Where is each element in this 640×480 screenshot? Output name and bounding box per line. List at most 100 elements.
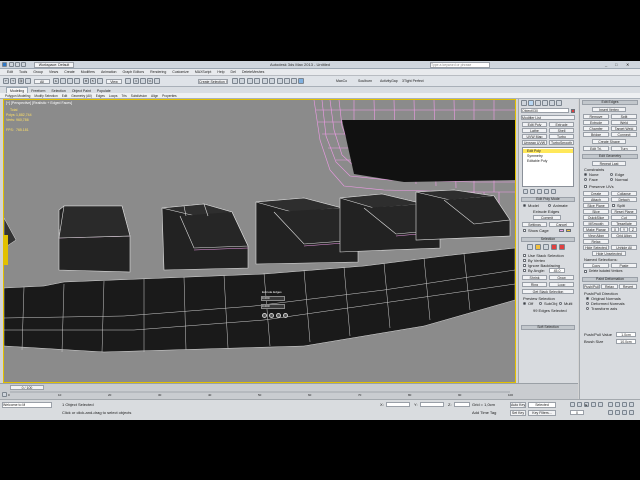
x-coord-field[interactable] <box>386 402 410 407</box>
link-icon[interactable]: ⛓ <box>18 78 24 84</box>
zoom-extents-icon[interactable] <box>622 402 627 407</box>
play-icon[interactable]: ▶ <box>584 402 589 407</box>
new-file-icon[interactable] <box>9 62 14 67</box>
rect-selection-icon[interactable] <box>67 78 73 84</box>
border-mode-icon[interactable] <box>543 244 549 250</box>
repeat-last-button[interactable]: Repeat Last <box>592 161 626 166</box>
workspace-dropdown[interactable]: Workspace: Default <box>34 62 74 68</box>
cancel-button[interactable]: Cancel <box>549 222 574 227</box>
selection-filter-dropdown[interactable]: All <box>34 79 50 84</box>
show-end-result-icon[interactable] <box>530 189 535 194</box>
reference-coord-dropdown[interactable]: View <box>106 79 122 84</box>
revert-button[interactable]: Revert <box>619 284 637 289</box>
insert-vertex-button[interactable]: Insert Vertex <box>592 107 626 112</box>
redo-icon[interactable]: ↷ <box>10 78 16 84</box>
cage-color-swatch-2[interactable] <box>566 229 571 232</box>
key-filters-button[interactable]: Key Filters... <box>528 410 556 416</box>
by-vertex-checkbox[interactable] <box>523 259 526 262</box>
menu-help[interactable]: Help <box>214 69 227 76</box>
caddy-cancel-icon[interactable] <box>276 313 281 318</box>
move-icon[interactable]: ✥ <box>83 78 89 84</box>
make-unique-icon[interactable] <box>537 189 542 194</box>
paint-deformation-header[interactable]: Paint Deformation <box>582 277 638 282</box>
menu-modifiers[interactable]: Modifiers <box>78 69 98 76</box>
angle-snap-icon[interactable] <box>140 78 146 84</box>
hierarchy-tab-icon[interactable] <box>535 100 541 106</box>
shrink-button[interactable]: Shrink <box>522 275 547 280</box>
material-editor-icon[interactable] <box>277 78 283 84</box>
constraint-none-radio[interactable] <box>584 173 587 176</box>
render-icon[interactable] <box>298 78 304 84</box>
toolbar-maxco[interactable]: MaxCo <box>336 79 347 84</box>
planar-z-button[interactable]: Z <box>629 227 637 232</box>
by-angle-spinner[interactable]: 45.0 <box>549 268 565 273</box>
orbit-icon[interactable] <box>622 410 627 415</box>
extrude-caddy[interactable]: Extrude Edges 0.000 0.000 <box>260 290 290 328</box>
preview-multi-radio[interactable] <box>559 302 562 305</box>
menu-views[interactable]: Views <box>46 69 61 76</box>
mod-lathe-button[interactable]: Lathe <box>522 128 547 133</box>
auto-key-button[interactable]: Auto Key <box>510 402 526 408</box>
msmooth-button[interactable]: MSmooth <box>583 221 609 226</box>
edge-mode-icon[interactable] <box>535 244 541 250</box>
push-pull-button[interactable]: Push/Pull <box>583 284 600 289</box>
target-weld-button[interactable]: Target Weld <box>611 126 637 131</box>
perspective-viewport[interactable]: [+] [Perspective] [Realistic + Edged Fac… <box>3 99 516 383</box>
copy-button[interactable]: Copy <box>583 263 609 268</box>
zoom-extents-all-icon[interactable] <box>629 402 634 407</box>
mirror-icon[interactable] <box>232 78 238 84</box>
maximize-button[interactable]: □ <box>615 62 617 67</box>
menu-group[interactable]: Group <box>30 69 46 76</box>
menu-graph-editors[interactable]: Graph Editors <box>120 69 148 76</box>
caddy-apply-icon[interactable] <box>269 313 274 318</box>
object-name-field[interactable]: Object030 <box>521 108 569 113</box>
time-slider[interactable]: 0 / 100 <box>10 385 44 390</box>
caddy-ok-icon[interactable] <box>262 313 267 318</box>
open-file-icon[interactable] <box>15 62 20 67</box>
settings-button[interactable]: Settings <box>522 222 547 227</box>
set-key-button[interactable]: Set Key <box>510 410 526 416</box>
split-checkbox[interactable] <box>612 204 615 207</box>
preserve-uvs-checkbox[interactable] <box>584 185 587 188</box>
relax-paint-button[interactable]: Relax <box>601 284 618 289</box>
selection-header[interactable]: Selection <box>521 237 575 242</box>
menu-rendering[interactable]: Rendering <box>147 69 169 76</box>
paste-button[interactable]: Paste <box>611 263 637 268</box>
transform-axis-radio[interactable] <box>586 307 589 310</box>
weld-button[interactable]: Weld <box>611 120 637 125</box>
timeline[interactable]: 0 / 100 0 10 20 30 40 50 60 70 80 90 100 <box>0 383 578 399</box>
extrude-button[interactable]: Extrude <box>583 120 609 125</box>
stack-item-symmetry[interactable]: Symmetry <box>527 154 543 158</box>
mod-edit-poly-button[interactable]: Edit Poly <box>522 122 547 127</box>
undo-icon[interactable]: ↶ <box>3 78 9 84</box>
chamfer-button[interactable]: Chamfer <box>583 126 609 131</box>
select-object-icon[interactable]: ➤ <box>53 78 59 84</box>
grow-button[interactable]: Grow <box>549 275 574 280</box>
make-planar-button[interactable]: Make Planar <box>583 227 609 232</box>
grid-align-button[interactable]: Grid Align <box>611 233 637 238</box>
split-button[interactable]: Split <box>611 114 637 119</box>
animate-radio[interactable] <box>548 204 551 207</box>
loop-button[interactable]: Loop <box>549 282 574 287</box>
relax-button[interactable]: Relax <box>583 239 609 244</box>
mod-turbo-button[interactable]: Turbo <box>549 134 574 139</box>
pan-icon[interactable] <box>615 410 620 415</box>
rotate-icon[interactable]: ↻ <box>90 78 96 84</box>
view-align-button[interactable]: View Align <box>583 233 609 238</box>
model-radio[interactable] <box>523 204 526 207</box>
add-time-tag[interactable]: Add Time Tag <box>472 410 496 415</box>
stack-item-edit-poly[interactable]: Edit Poly <box>527 149 541 153</box>
stack-item-editable-poly[interactable]: Editable Poly <box>527 159 547 163</box>
key-mode-dropdown[interactable]: Selected <box>528 402 556 408</box>
commit-button[interactable]: Commit <box>533 215 561 220</box>
layer-manager-icon[interactable] <box>247 78 253 84</box>
maximize-viewport-icon[interactable] <box>629 410 634 415</box>
detach-button[interactable]: Detach <box>611 197 637 202</box>
previous-frame-icon[interactable] <box>577 402 582 407</box>
spinner-snap-icon[interactable] <box>154 78 160 84</box>
zoom-all-icon[interactable] <box>615 402 620 407</box>
toolbar-activitygap[interactable]: ActivityGap <box>380 79 398 84</box>
align-icon[interactable] <box>239 78 245 84</box>
snap-icon[interactable]: 3 <box>133 78 139 84</box>
vertex-mode-icon[interactable] <box>527 244 533 250</box>
